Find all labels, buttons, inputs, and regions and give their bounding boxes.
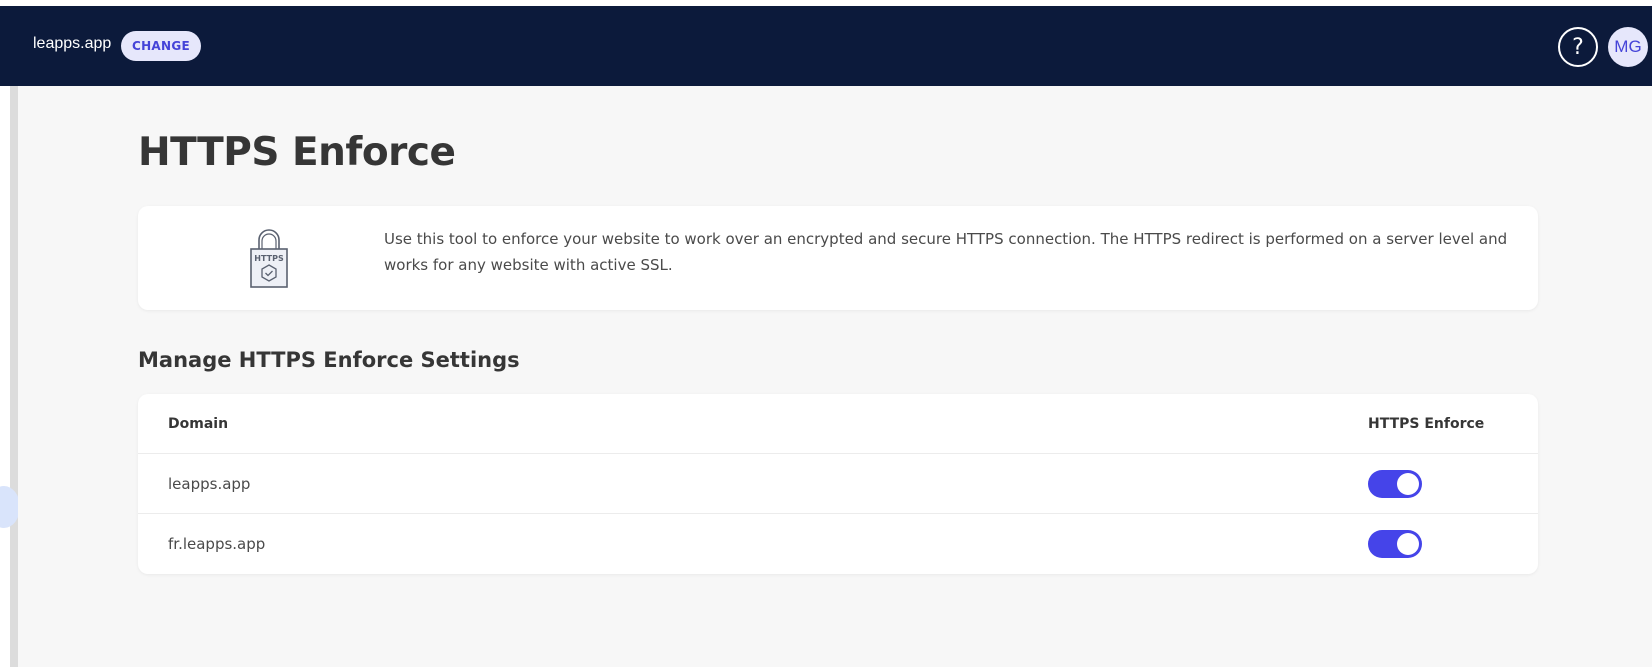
column-header-domain: Domain — [168, 416, 229, 432]
sidebar-rail — [0, 86, 20, 667]
help-icon[interactable]: ? — [1558, 27, 1598, 67]
table-row: leapps.app — [138, 454, 1538, 514]
page-title: HTTPS Enforce — [138, 130, 456, 175]
row-enforce-cell — [1368, 514, 1422, 574]
sidebar-toggle-handle[interactable] — [0, 486, 20, 528]
lock-https-icon: HTTPS — [250, 229, 288, 288]
https-enforce-toggle[interactable] — [1368, 530, 1422, 558]
top-header: leapps.app CHANGE ? MG — [0, 6, 1652, 86]
row-domain: fr.leapps.app — [168, 535, 266, 553]
info-description: Use this tool to enforce your website to… — [384, 230, 1508, 274]
toggle-knob — [1397, 473, 1419, 495]
section-title: Manage HTTPS Enforce Settings — [138, 348, 520, 372]
current-site-name: leapps.app — [33, 35, 112, 52]
table-header-row: Domain HTTPS Enforce — [138, 394, 1538, 454]
main-content: HTTPS Enforce HTTPS Use this tool to enf… — [18, 86, 1652, 667]
row-enforce-cell — [1368, 454, 1422, 514]
settings-table: Domain HTTPS Enforce leapps.app fr.leapp… — [138, 394, 1538, 574]
table-row: fr.leapps.app — [138, 514, 1538, 574]
lock-label: HTTPS — [254, 254, 284, 263]
info-card: HTTPS Use this tool to enforce your webs… — [138, 206, 1538, 310]
change-site-button[interactable]: CHANGE — [121, 31, 201, 61]
column-header-enforce: HTTPS Enforce — [1368, 416, 1485, 432]
toggle-knob — [1397, 533, 1419, 555]
row-domain: leapps.app — [168, 475, 251, 493]
user-avatar[interactable]: MG — [1608, 27, 1648, 67]
https-enforce-toggle[interactable] — [1368, 470, 1422, 498]
